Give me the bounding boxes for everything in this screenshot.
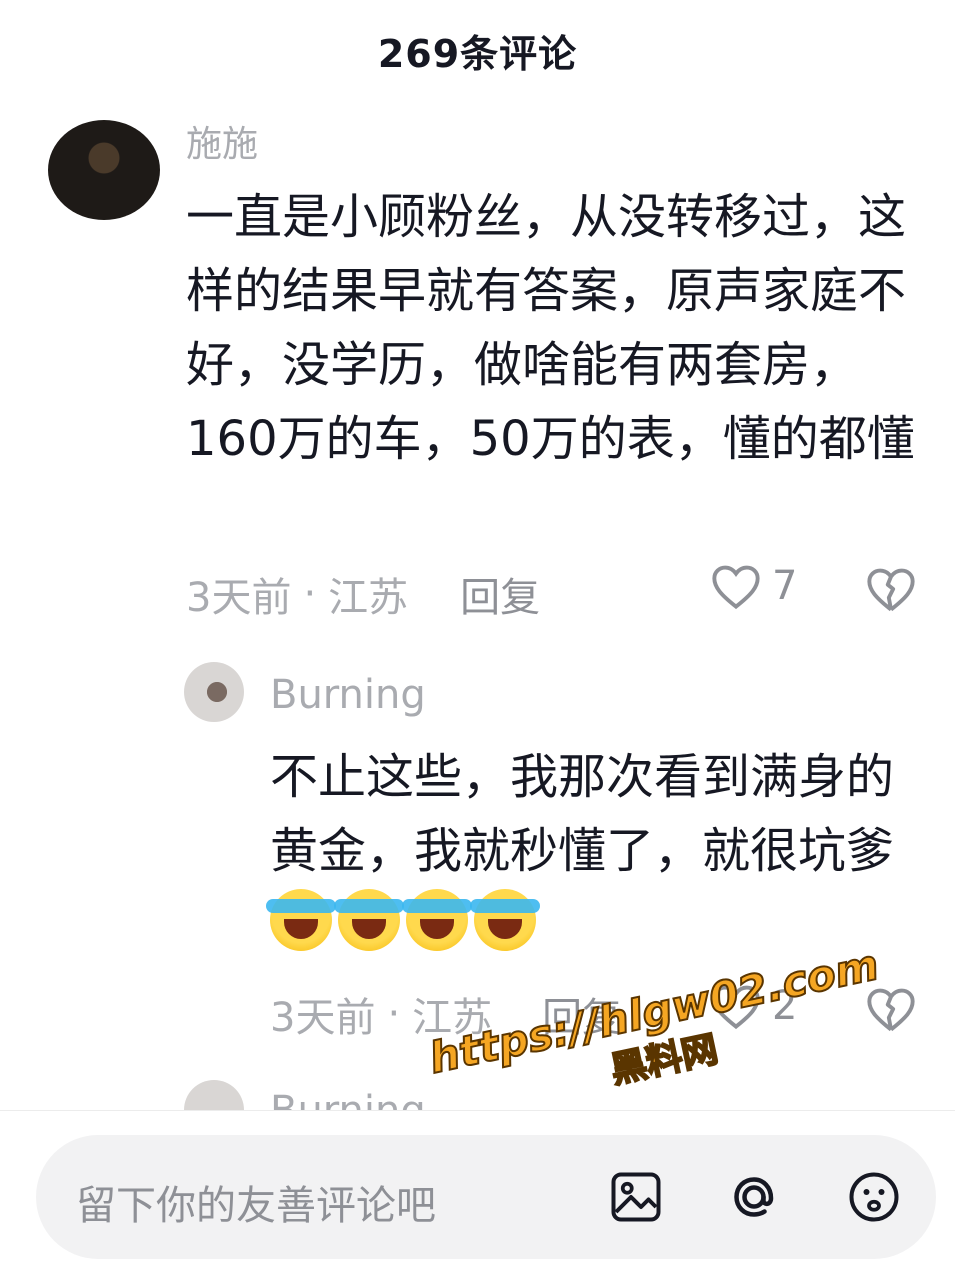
comments-header: 269条评论 xyxy=(0,0,955,100)
comment-username[interactable]: 施施 xyxy=(186,115,258,167)
image-icon[interactable] xyxy=(606,1167,666,1227)
comment-username[interactable]: Burning xyxy=(270,1088,426,1110)
crying-laughing-emoji xyxy=(402,889,472,951)
comment-input-placeholder: 留下你的友善评论吧 xyxy=(76,1183,436,1229)
avatar[interactable] xyxy=(48,120,160,220)
comment-input-bar: 留下你的友善评论吧 xyxy=(0,1110,955,1280)
separator-dot: · xyxy=(387,991,401,1037)
reply-button[interactable]: 回复 xyxy=(460,565,540,623)
like-count: 7 xyxy=(772,563,798,609)
comment-text-body: 不止这些，我那次看到满身的黄金，我就秒懂了，就很坑爹 xyxy=(270,749,895,879)
comment-count-title: 269条评论 xyxy=(377,31,578,76)
avatar[interactable] xyxy=(184,1080,244,1110)
separator-dot: · xyxy=(303,571,317,617)
heart-icon xyxy=(712,565,760,610)
broken-heart-icon xyxy=(867,568,915,612)
comment-input[interactable]: 留下你的友善评论吧 xyxy=(36,1135,936,1259)
comment-meta: 3天前 · 江苏 回复 xyxy=(186,565,540,623)
crying-laughing-emoji xyxy=(334,889,404,951)
emoji-icon[interactable] xyxy=(844,1167,904,1227)
like-button[interactable]: 7 xyxy=(710,562,797,610)
crying-laughing-emoji xyxy=(470,889,540,951)
comment-text: 一直是小顾粉丝，从没转移过，这样的结果早就有答案，原声家庭不好，没学历，做啥能有… xyxy=(186,189,915,467)
comment-username[interactable]: Burning xyxy=(270,672,426,718)
comment-location: 江苏 xyxy=(328,575,409,621)
comment-time: 3天前 xyxy=(186,575,292,621)
comment-item: 施施 一直是小顾粉丝，从没转移过，这样的结果早就有答案，原声家庭不好，没学历，做… xyxy=(0,110,955,650)
avatar[interactable] xyxy=(184,662,244,722)
dislike-button[interactable] xyxy=(865,565,917,617)
crying-laughing-emoji xyxy=(266,889,336,951)
mention-icon[interactable] xyxy=(724,1167,784,1227)
comment-text: 不止这些，我那次看到满身的黄金，我就秒懂了，就很坑爹 xyxy=(266,740,930,962)
comment-time: 3天前 xyxy=(270,995,376,1041)
